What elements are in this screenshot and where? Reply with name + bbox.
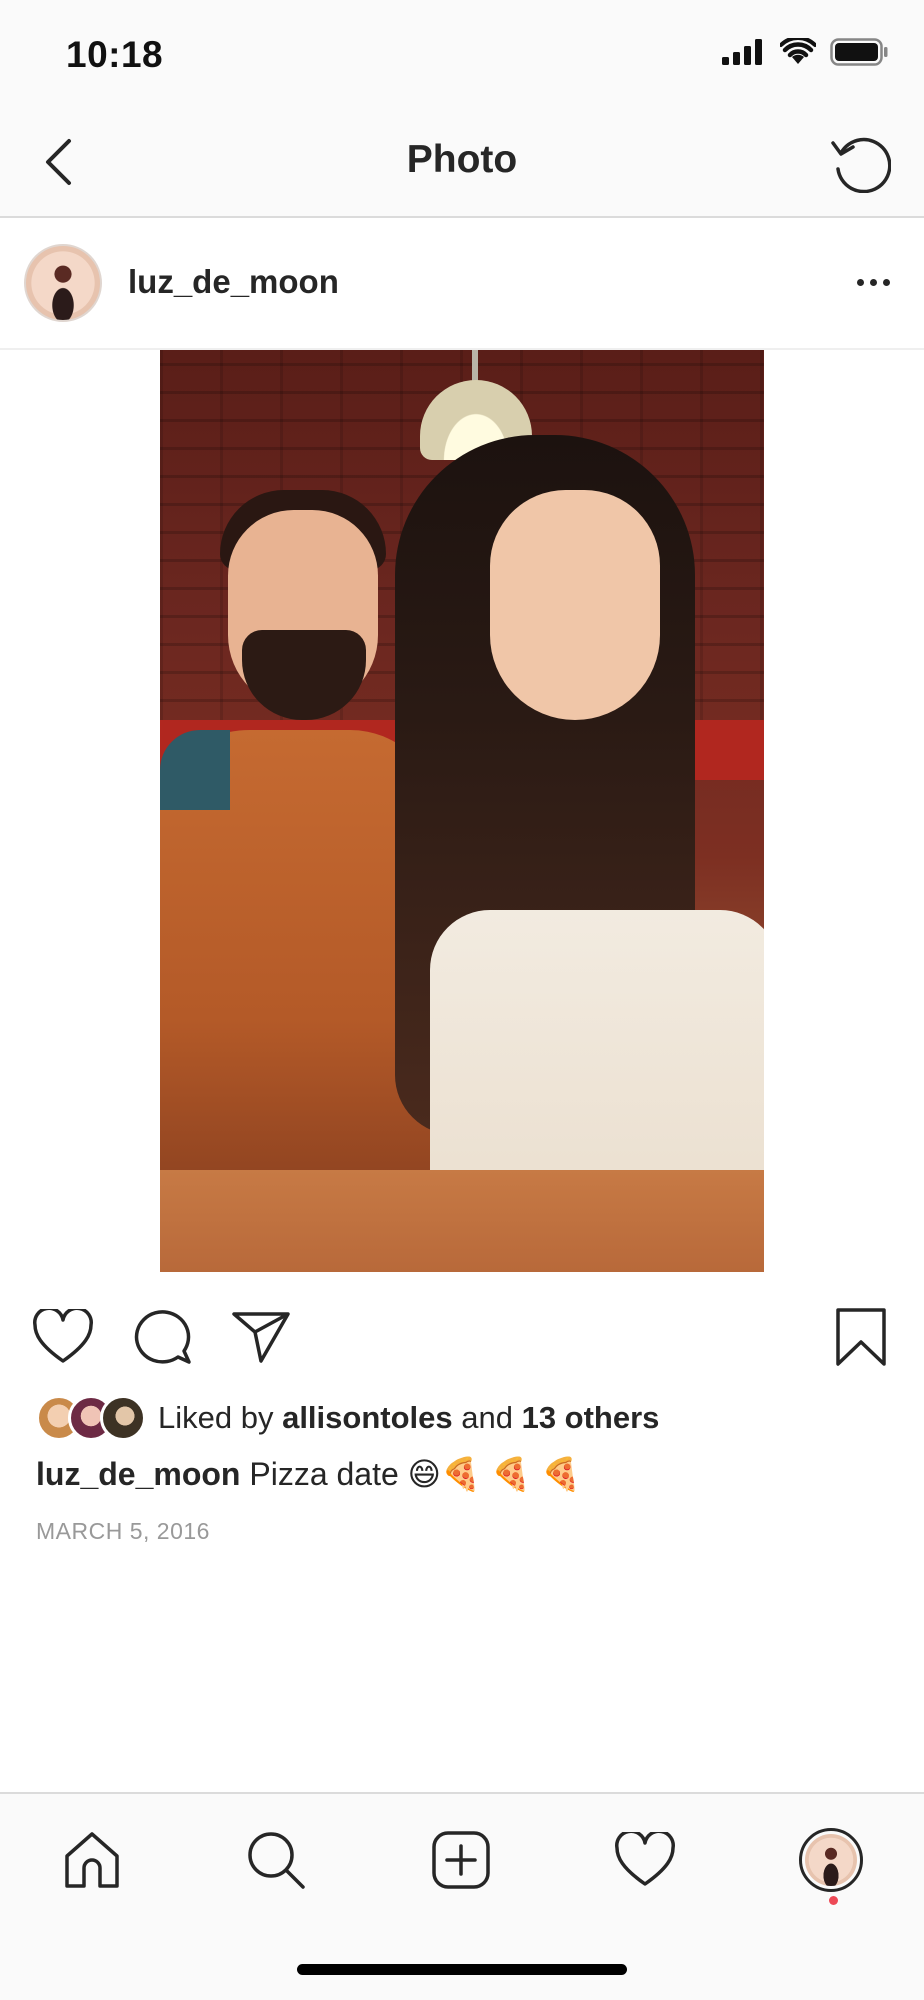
post-header: luz_de_moon (0, 218, 924, 350)
post-photo[interactable] (160, 350, 764, 1272)
wifi-icon (779, 35, 817, 71)
avatar[interactable] (24, 244, 102, 322)
share-icon (232, 1312, 290, 1363)
nav-bar: Photo (0, 108, 924, 218)
home-icon (65, 1832, 119, 1888)
likes-text: Liked by allisontoles and 13 others (158, 1400, 660, 1435)
notification-dot (829, 1896, 838, 1905)
caption-text: Pizza date (240, 1456, 408, 1492)
post-username[interactable]: luz_de_moon (128, 263, 339, 301)
profile-avatar (799, 1828, 863, 1892)
more-options-button[interactable] (848, 262, 898, 302)
refresh-icon (831, 137, 891, 193)
save-button[interactable] (826, 1302, 896, 1372)
liker-username[interactable]: allisontoles (282, 1400, 453, 1435)
avatar (100, 1395, 146, 1441)
battery-icon (830, 38, 888, 71)
bookmark-icon (836, 1308, 886, 1366)
like-button[interactable] (28, 1302, 98, 1372)
refresh-button[interactable] (826, 128, 894, 196)
likes-count[interactable]: 13 others (522, 1400, 660, 1435)
liker-avatars (36, 1395, 148, 1441)
add-post-icon (432, 1831, 490, 1889)
tab-add-post[interactable] (421, 1820, 501, 1900)
home-indicator (297, 1964, 627, 1975)
comment-icon (134, 1310, 191, 1364)
page-title: Photo (406, 138, 518, 181)
tab-search[interactable] (236, 1820, 316, 1900)
comment-button[interactable] (128, 1302, 198, 1372)
tab-profile[interactable] (791, 1820, 871, 1900)
post-actions (0, 1290, 924, 1380)
caption-emojis: 😄🍕 🍕 🍕 (407, 1455, 581, 1493)
search-icon (248, 1832, 305, 1889)
more-horizontal-icon (856, 278, 864, 286)
share-button[interactable] (226, 1302, 296, 1372)
tab-home[interactable] (52, 1820, 132, 1900)
activity-heart-icon (615, 1832, 675, 1886)
status-bar: 10:18 (0, 0, 924, 108)
status-time: 10:18 (66, 34, 164, 75)
tab-activity[interactable] (605, 1820, 685, 1900)
caption-username[interactable]: luz_de_moon (36, 1456, 240, 1492)
caption: luz_de_moon Pizza date 😄🍕 🍕 🍕 (36, 1455, 581, 1493)
signal-icon (722, 39, 766, 70)
post-date: MARCH 5, 2016 (36, 1518, 210, 1544)
status-icons (722, 35, 888, 71)
likes-row[interactable]: Liked by allisontoles and 13 others (36, 1390, 659, 1446)
heart-icon (33, 1309, 93, 1363)
